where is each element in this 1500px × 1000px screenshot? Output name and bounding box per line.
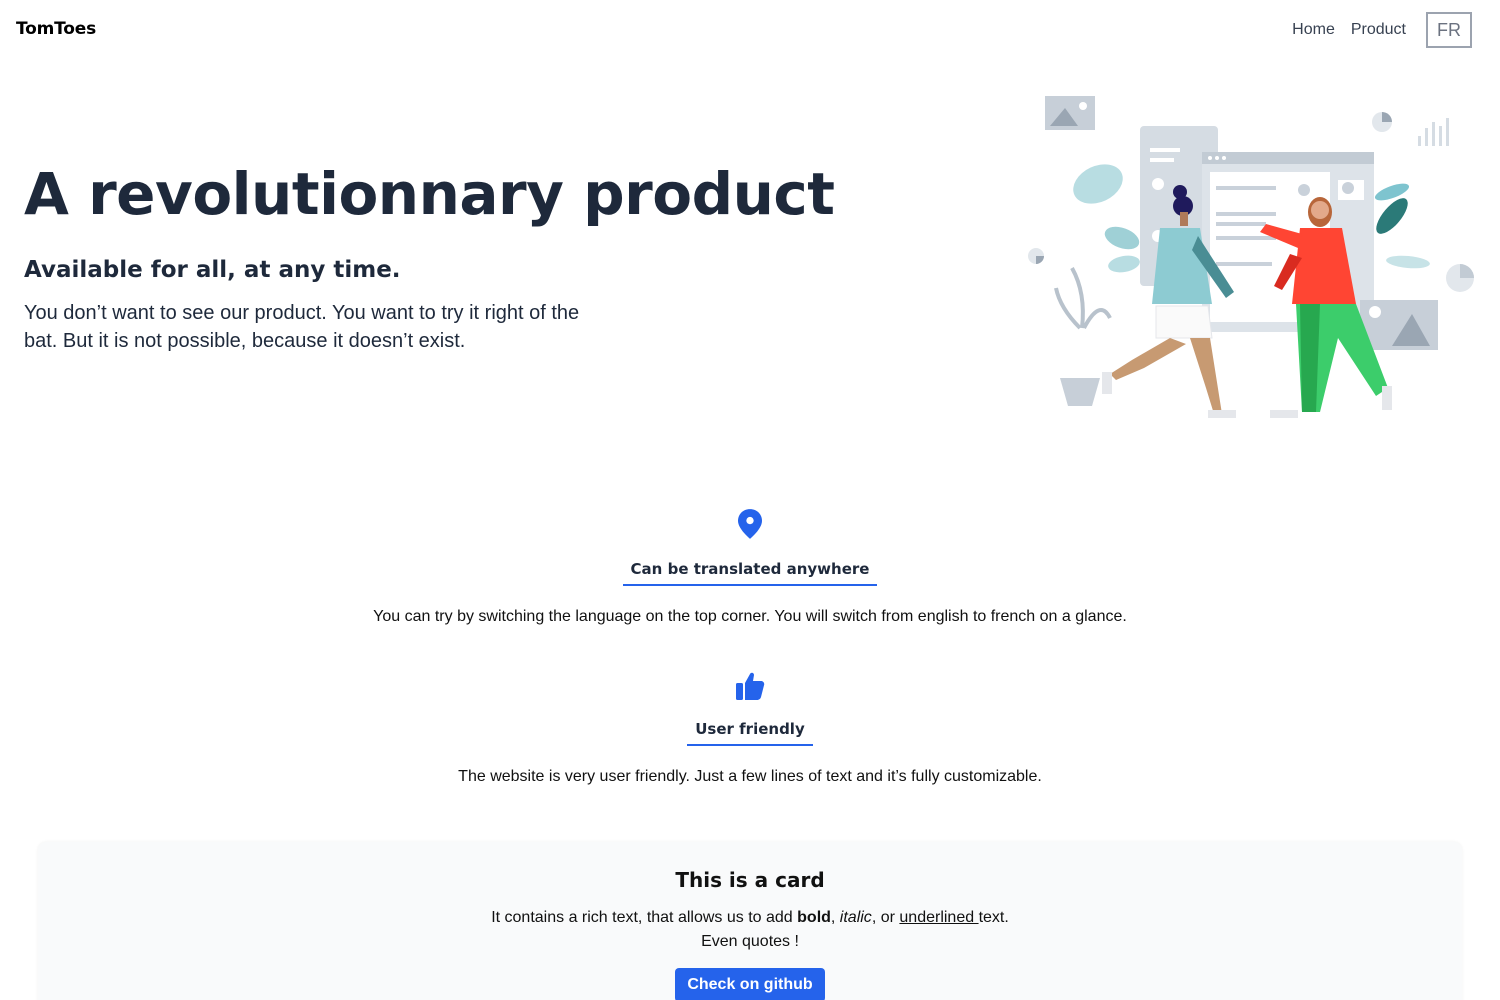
card-underlined-text: underlined bbox=[899, 909, 979, 926]
card-bold-text: bold bbox=[797, 909, 831, 926]
feature-user-friendly: User friendly The website is very user f… bbox=[0, 670, 1500, 786]
map-pin-icon bbox=[738, 509, 762, 539]
navbar: TomToes Home Product FR bbox=[0, 0, 1500, 62]
card-text-or: , or bbox=[871, 909, 895, 926]
language-switch-button[interactable]: FR bbox=[1426, 12, 1472, 48]
feature-translated: Can be translated anywhere You can try b… bbox=[0, 508, 1500, 626]
card-text-suffix: text. bbox=[978, 909, 1009, 926]
hero-subtitle: Available for all, at any time. bbox=[24, 257, 401, 283]
card-title: This is a card bbox=[675, 868, 825, 892]
info-card: This is a card It contains a rich text, … bbox=[38, 842, 1462, 1000]
brand-logo[interactable]: TomToes bbox=[16, 19, 96, 39]
thumbs-up-icon bbox=[736, 672, 765, 700]
hero-text: You don’t want to see our product. You w… bbox=[24, 302, 580, 352]
feature-title-translated: Can be translated anywhere bbox=[622, 560, 878, 586]
github-button[interactable]: Check on github bbox=[675, 968, 825, 1000]
nav-link-home[interactable]: Home bbox=[1292, 21, 1335, 39]
people-dashboard-illustration bbox=[1028, 96, 1474, 418]
feature-text-translated: You can try by switching the language on… bbox=[373, 608, 1127, 625]
card-rich-text: It contains a rich text, that allows us … bbox=[491, 909, 1009, 950]
feature-title-user-friendly: User friendly bbox=[687, 720, 813, 746]
hero-title: A revolutionnary product bbox=[24, 160, 835, 228]
card-quote-line: Even quotes ! bbox=[701, 933, 799, 950]
card-text-prefix: It contains a rich text, that allows us … bbox=[491, 909, 793, 926]
nav-links: Home Product bbox=[1292, 21, 1406, 39]
nav-link-product[interactable]: Product bbox=[1351, 21, 1406, 39]
feature-text-user-friendly: The website is very user friendly. Just … bbox=[458, 768, 1042, 785]
card-italic-text: italic bbox=[839, 909, 872, 926]
